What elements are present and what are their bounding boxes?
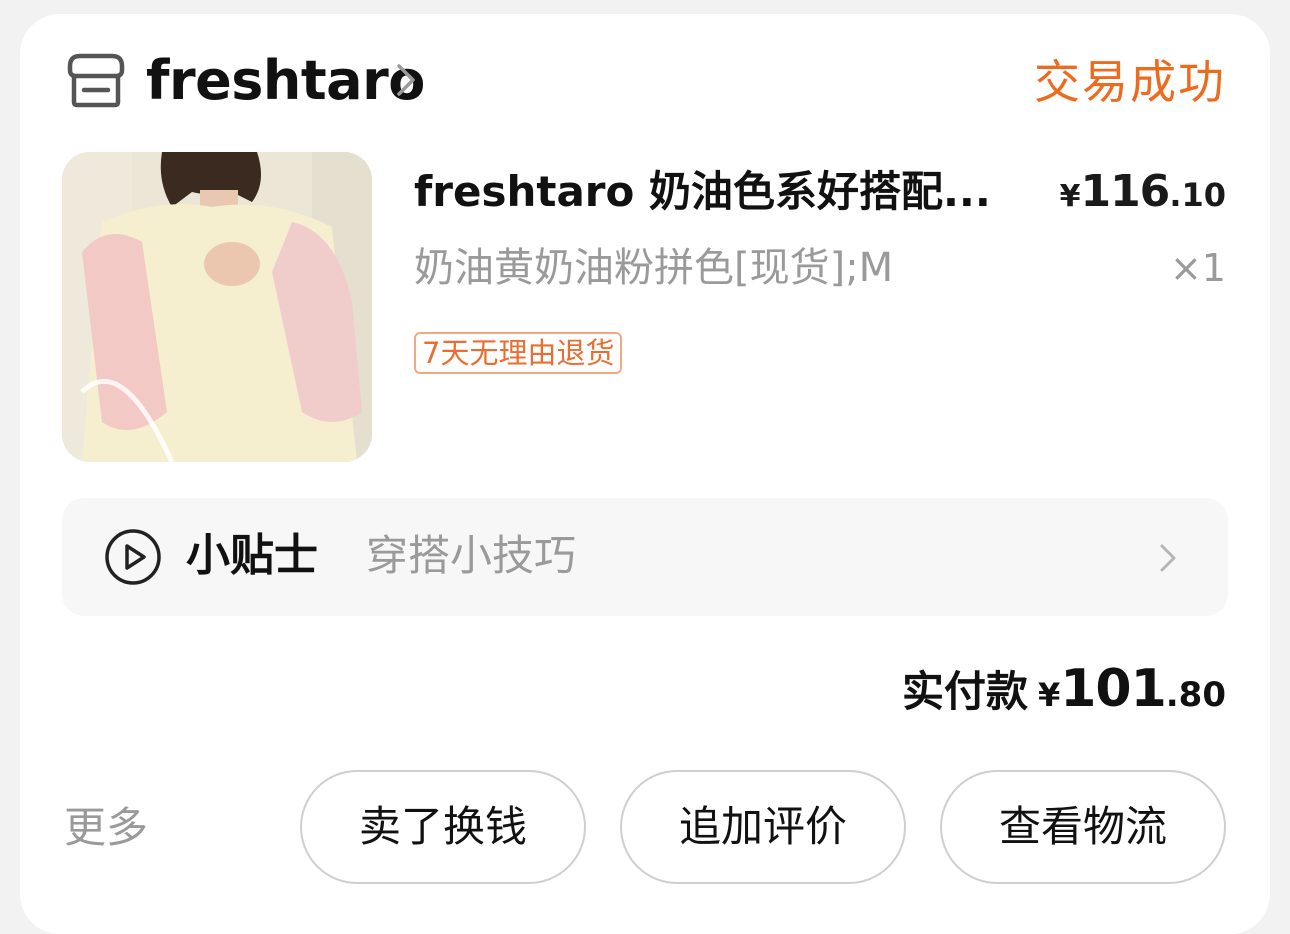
tips-subtitle: 穿搭小技巧	[366, 531, 577, 580]
chevron-right-icon[interactable]	[394, 62, 418, 98]
add-review-button[interactable]: 追加评价	[620, 770, 906, 884]
order-status: 交易成功	[1034, 55, 1226, 109]
product-title[interactable]: freshtaro 奶油色系好搭配...	[414, 162, 1034, 222]
price-symbol: ¥	[1059, 179, 1081, 214]
payment-label: 实付款	[901, 667, 1028, 716]
store-icon[interactable]	[66, 52, 126, 108]
shop-name[interactable]: freshtaro	[146, 46, 425, 116]
tips-label: 小贴士	[186, 530, 318, 581]
payment-integer: 101	[1060, 659, 1167, 719]
product-quantity: ×1	[1169, 246, 1226, 290]
actual-payment: 实付款 ¥101.80	[902, 654, 1226, 736]
play-circle-icon	[105, 529, 161, 585]
tips-banner[interactable]: 小贴士 穿搭小技巧	[62, 498, 1228, 616]
product-variant: 奶油黄奶油粉拼色[现货];M	[414, 245, 894, 291]
price-integer: 116	[1080, 166, 1170, 217]
return-policy-badge: 7天无理由退货	[414, 332, 623, 374]
view-logistics-button[interactable]: 查看物流	[940, 770, 1226, 884]
more-link[interactable]: 更多	[64, 796, 148, 860]
sell-for-cash-button[interactable]: 卖了换钱	[300, 770, 586, 884]
order-card: freshtaro 交易成功 freshtaro 奶油色系好搭配... ¥116…	[20, 14, 1270, 934]
product-photo	[62, 152, 372, 462]
price-decimal: .10	[1169, 176, 1226, 214]
chevron-right-icon	[1160, 544, 1176, 572]
payment-symbol: ¥	[1037, 676, 1061, 714]
product-price: ¥116.10	[1060, 162, 1226, 231]
payment-decimal: .80	[1165, 675, 1226, 715]
product-thumbnail[interactable]	[62, 152, 372, 462]
